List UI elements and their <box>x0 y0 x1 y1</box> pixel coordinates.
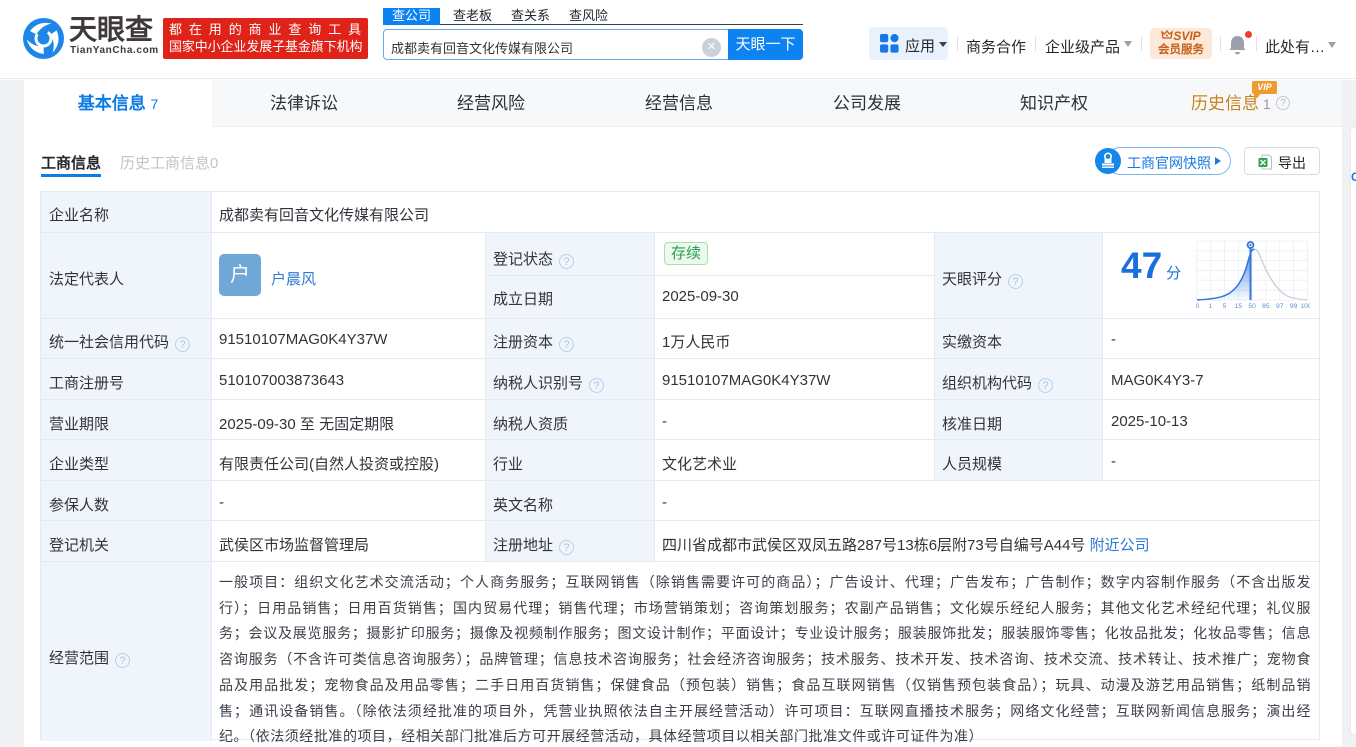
svg-text:15: 15 <box>1235 303 1243 309</box>
svg-text:99: 99 <box>1290 303 1298 309</box>
svg-text:85: 85 <box>1262 303 1270 309</box>
svg-text:97: 97 <box>1276 303 1284 309</box>
svg-text:0: 0 <box>1196 303 1200 309</box>
svg-text:50: 50 <box>1248 303 1256 309</box>
svg-text:5: 5 <box>1223 303 1227 309</box>
svg-text:1: 1 <box>1209 303 1213 309</box>
svg-text:100: 100 <box>1300 303 1310 309</box>
